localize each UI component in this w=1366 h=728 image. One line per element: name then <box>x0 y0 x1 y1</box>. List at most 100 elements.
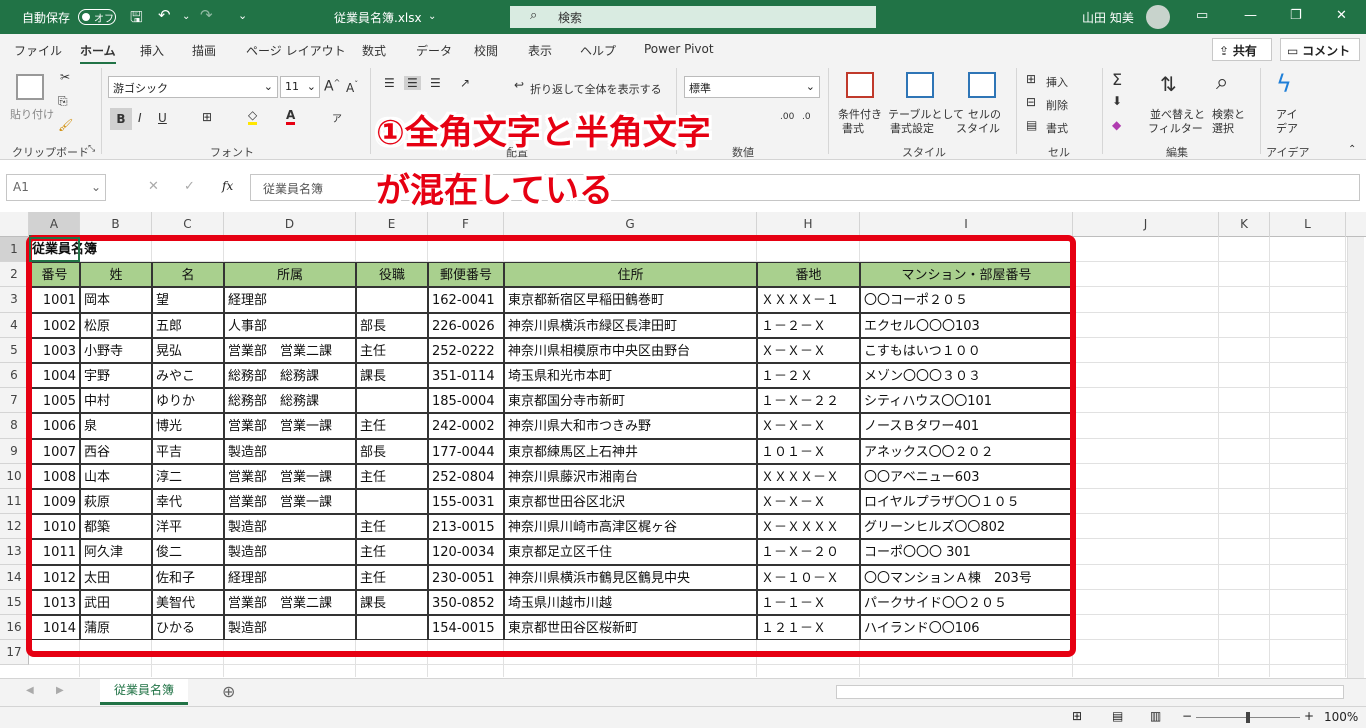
avatar[interactable] <box>1146 5 1170 29</box>
delete-cells-icon[interactable]: ⊟ <box>1026 95 1036 109</box>
column-header-D[interactable]: D <box>224 212 356 237</box>
orientation-icon[interactable]: ↗ <box>460 76 470 90</box>
horizontal-scrollbar[interactable] <box>836 685 1344 699</box>
redo-icon[interactable]: ↷ <box>200 6 213 24</box>
tab-review[interactable]: 校閲 <box>474 42 498 59</box>
cell-style-label-2[interactable]: スタイル <box>956 120 1000 136</box>
insert-cells-label[interactable]: 挿入 <box>1046 74 1068 90</box>
tab-view[interactable]: 表示 <box>528 42 552 59</box>
row-header-14[interactable]: 14 <box>0 564 29 590</box>
next-sheet-icon[interactable]: ▶ <box>56 685 64 696</box>
row-header-15[interactable]: 15 <box>0 589 29 615</box>
collapse-ribbon-icon[interactable]: ⌃ <box>1348 144 1356 155</box>
row-header-7[interactable]: 7 <box>0 388 29 414</box>
vertical-scrollbar[interactable] <box>1347 237 1364 678</box>
format-cells-icon[interactable]: ▤ <box>1026 118 1037 132</box>
tab-help[interactable]: ヘルプ <box>580 42 616 59</box>
font-size-select[interactable]: 11 ⌄ <box>280 76 320 98</box>
row-header-6[interactable]: 6 <box>0 363 29 389</box>
row-header-1[interactable]: 1 <box>0 237 29 263</box>
row-header-3[interactable]: 3 <box>0 287 29 313</box>
minimize-icon[interactable]: — <box>1244 8 1257 23</box>
tab-page-layout[interactable]: ページ レイアウト <box>246 42 346 59</box>
row-header-10[interactable]: 10 <box>0 463 29 489</box>
wrap-text-icon[interactable]: ↩ <box>514 78 524 92</box>
italic-button[interactable]: I <box>138 111 142 125</box>
bold-button[interactable]: B <box>110 108 132 130</box>
zoom-in-icon[interactable]: + <box>1304 709 1314 723</box>
add-sheet-icon[interactable]: ⊕ <box>222 682 235 701</box>
clear-icon[interactable]: ◆ <box>1112 118 1121 132</box>
decrease-decimal-icon[interactable]: .0 <box>802 112 811 122</box>
cond-format-label-2[interactable]: 書式 <box>842 120 864 136</box>
tab-power-pivot[interactable]: Power Pivot <box>644 42 714 56</box>
zoom-level[interactable]: 100% <box>1324 710 1358 724</box>
ideas-label-2[interactable]: デア <box>1276 120 1298 136</box>
borders-icon[interactable]: ⊞ <box>202 110 212 124</box>
wrap-text-label[interactable]: 折り返して全体を表示する <box>530 81 662 97</box>
name-box[interactable]: A1 ⌄ <box>6 174 106 201</box>
tab-insert[interactable]: 挿入 <box>140 42 164 59</box>
undo-dropdown-icon[interactable]: ⌄ <box>182 11 190 22</box>
cut-icon[interactable]: ✂ <box>60 70 70 84</box>
fill-color-icon[interactable]: ◇ <box>248 108 258 125</box>
save-icon[interactable]: 🖫 <box>130 7 143 32</box>
increase-font-icon[interactable]: A^ <box>324 78 340 95</box>
page-layout-view-icon[interactable]: ▤ <box>1112 709 1123 723</box>
column-header-J[interactable]: J <box>1073 212 1219 237</box>
sort-filter-icon[interactable]: ⇅ <box>1160 72 1177 96</box>
fill-icon[interactable]: ⬇ <box>1112 94 1122 108</box>
row-header-9[interactable]: 9 <box>0 438 29 464</box>
row-header-17[interactable]: 17 <box>0 640 29 666</box>
zoom-thumb[interactable] <box>1246 712 1250 723</box>
row-header-4[interactable]: 4 <box>0 312 29 338</box>
cancel-icon[interactable]: ✕ <box>148 179 159 194</box>
paste-label[interactable]: 貼り付け <box>10 106 54 122</box>
number-format-select[interactable]: 標準 ⌄ <box>684 76 820 98</box>
column-header-H[interactable]: H <box>757 212 860 237</box>
normal-view-icon[interactable]: ⊞ <box>1072 709 1082 723</box>
tab-draw[interactable]: 描画 <box>192 42 216 59</box>
close-icon[interactable]: ✕ <box>1336 8 1347 23</box>
delete-cells-label[interactable]: 削除 <box>1046 97 1068 113</box>
font-name-select[interactable]: 游ゴシック ⌄ <box>108 76 278 98</box>
format-painter-icon[interactable]: 🖌 <box>58 118 73 132</box>
row-header-5[interactable]: 5 <box>0 337 29 363</box>
undo-icon[interactable]: ↶ <box>158 6 171 24</box>
cell-styles-icon[interactable] <box>968 72 996 98</box>
customize-qat-icon[interactable]: ⌄ <box>238 9 247 22</box>
increase-decimal-icon[interactable]: .00 <box>780 112 794 122</box>
decrease-font-icon[interactable]: Aˇ <box>346 80 358 95</box>
column-header-I[interactable]: I <box>860 212 1073 237</box>
align-top-icon[interactable]: ☰ <box>384 76 395 90</box>
autosum-icon[interactable]: Σ <box>1112 70 1122 89</box>
page-break-view-icon[interactable]: ▥ <box>1150 709 1161 723</box>
ribbon-display-icon[interactable]: ▭ <box>1196 8 1208 23</box>
sheet-tab[interactable]: 従業員名簿 <box>100 679 188 705</box>
column-header-K[interactable]: K <box>1219 212 1270 237</box>
filename-dropdown-icon[interactable]: ⌄ <box>428 11 436 22</box>
fx-icon[interactable]: fx <box>222 179 233 193</box>
enter-icon[interactable]: ✓ <box>184 179 195 194</box>
find-select-label-2[interactable]: 選択 <box>1212 120 1234 136</box>
zoom-out-icon[interactable]: − <box>1182 709 1192 723</box>
tab-data[interactable]: データ <box>416 42 452 59</box>
format-cells-label[interactable]: 書式 <box>1046 120 1068 136</box>
align-middle-icon[interactable]: ☰ <box>404 76 421 90</box>
row-header-8[interactable]: 8 <box>0 413 29 439</box>
format-as-table-icon[interactable] <box>906 72 934 98</box>
phonetic-icon[interactable]: ア <box>332 110 342 125</box>
underline-button[interactable]: U <box>158 111 167 125</box>
column-header-C[interactable]: C <box>152 212 224 237</box>
row-header-13[interactable]: 13 <box>0 539 29 565</box>
find-select-icon[interactable]: ⌕ <box>1216 70 1228 95</box>
sort-filter-label-2[interactable]: フィルター <box>1148 120 1203 136</box>
insert-cells-icon[interactable]: ⊞ <box>1026 72 1036 86</box>
prev-sheet-icon[interactable]: ◀ <box>26 685 34 696</box>
table-format-label-2[interactable]: 書式設定 <box>890 120 934 136</box>
row-header-11[interactable]: 11 <box>0 489 29 515</box>
tab-file[interactable]: ファイル <box>14 42 62 59</box>
tab-formulas[interactable]: 数式 <box>362 42 386 59</box>
row-header-2[interactable]: 2 <box>0 262 29 288</box>
share-button[interactable]: ⇪ 共有 <box>1212 38 1272 61</box>
